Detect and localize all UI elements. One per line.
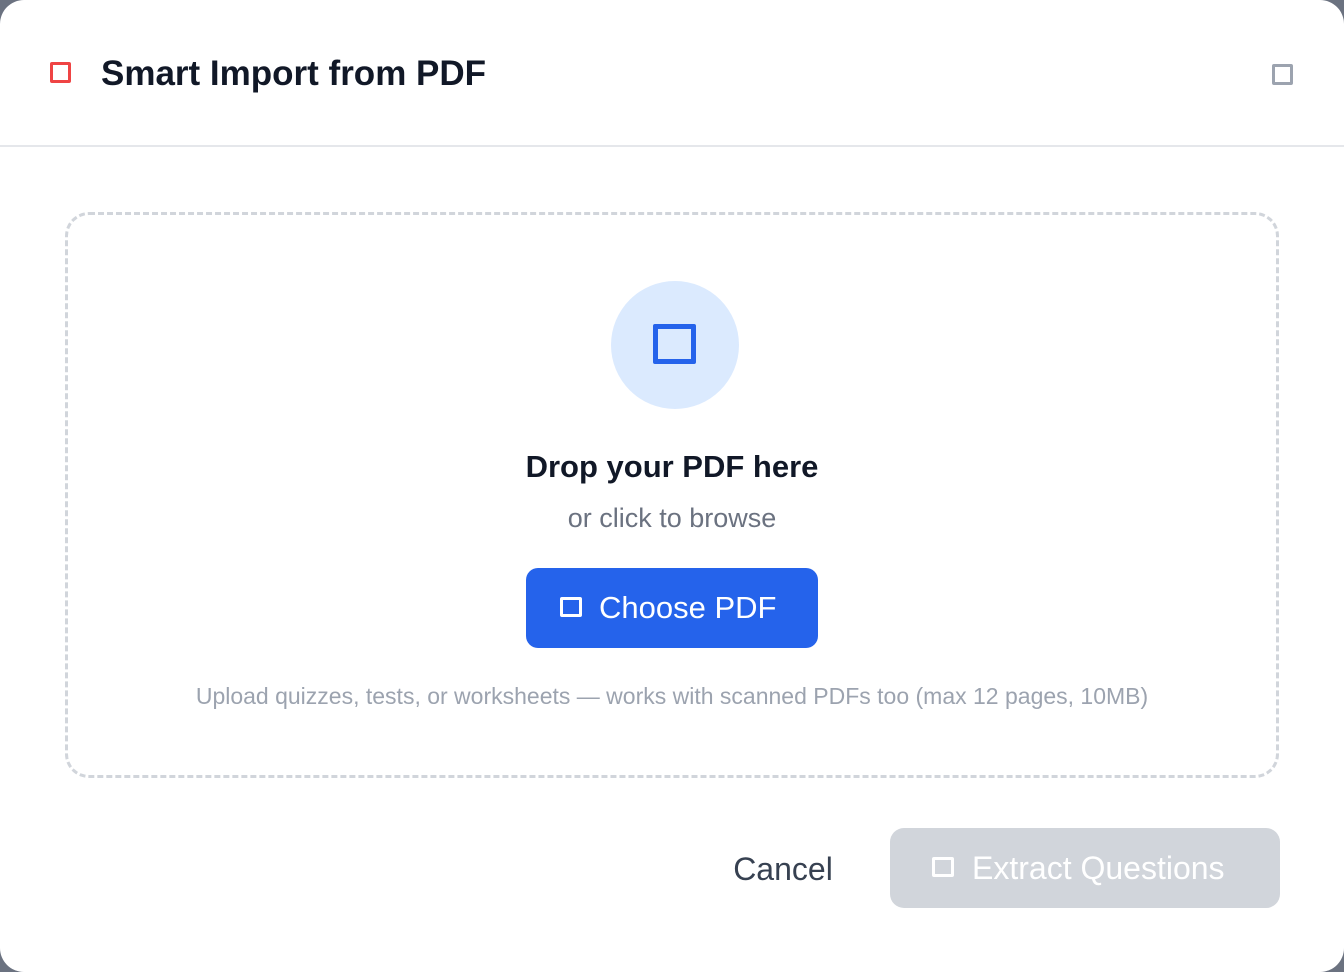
choose-pdf-button[interactable]: Choose PDF [526, 568, 818, 648]
file-icon [560, 597, 582, 617]
dialog-header: Smart Import from PDF [0, 0, 1344, 147]
choose-pdf-label: Choose PDF [599, 590, 777, 625]
dialog-title: Smart Import from PDF [101, 54, 487, 93]
close-icon [1272, 64, 1293, 85]
upload-hint: Upload quizzes, tests, or worksheets — w… [195, 683, 1149, 709]
pdf-dropzone[interactable]: Drop your PDF here or click to browse Ch… [65, 212, 1279, 778]
smart-import-dialog: Smart Import from PDF Drop your PDF here… [0, 0, 1344, 972]
sparkle-icon [932, 857, 954, 877]
upload-icon [653, 324, 696, 364]
extract-questions-label: Extract Questions [972, 850, 1225, 886]
dropzone-subtitle: or click to browse [567, 503, 777, 533]
cancel-button[interactable]: Cancel [700, 830, 866, 908]
document-icon [50, 62, 71, 83]
dropzone-title: Drop your PDF here [525, 449, 819, 484]
extract-questions-button[interactable]: Extract Questions [890, 828, 1280, 908]
close-button[interactable] [1266, 58, 1300, 92]
upload-icon-circle [611, 281, 739, 409]
